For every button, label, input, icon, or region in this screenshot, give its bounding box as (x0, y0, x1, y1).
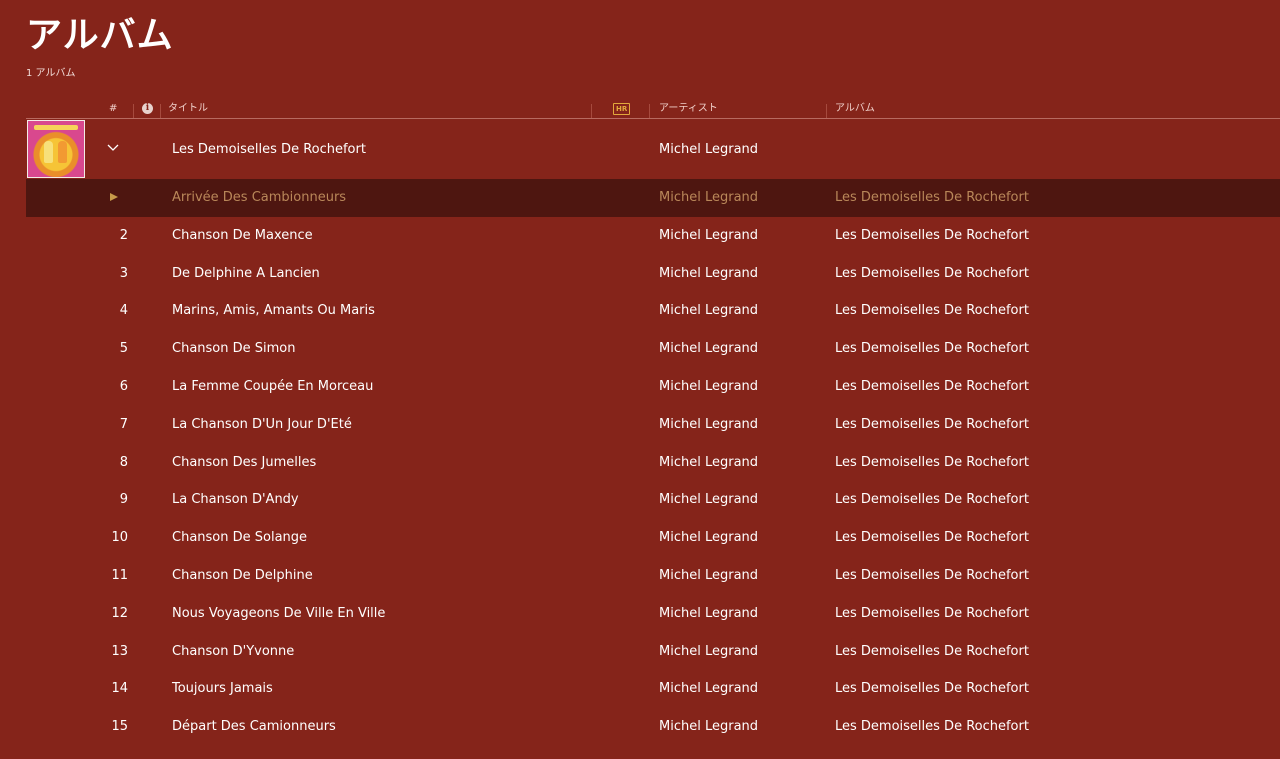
track-album[interactable]: Les Demoiselles De Rochefort (835, 301, 1029, 321)
track-number: 13 (111, 643, 128, 659)
table-row[interactable]: 4 Marins, Amis, Amants Ou Maris Michel Leg… (26, 292, 1280, 330)
track-title: Chanson Des Jumelles (172, 454, 317, 470)
track-title: Chanson D'Yvonne (172, 643, 295, 659)
track-number: 4 (119, 303, 128, 319)
track-artist[interactable]: Michel Legrand (659, 566, 758, 586)
table-row[interactable]: 15 Départ Des Camionneurs Michel Legrand Le… (26, 708, 1280, 746)
track-title: La Femme Coupée En Morceau (172, 379, 374, 394)
track-artist[interactable]: Michel Legrand (659, 301, 758, 321)
track-album[interactable]: Les Demoiselles De Rochefort (835, 226, 1029, 246)
column-header-row: # i タイトル HR アーティスト アルバム (26, 100, 1280, 119)
track-number: 2 (119, 227, 128, 243)
column-separator[interactable] (649, 104, 650, 118)
track-number: 15 (111, 719, 128, 735)
track-artist[interactable]: Michel Legrand (659, 642, 758, 662)
table-row[interactable]: 6 La Femme Coupée En Morceau Michel Legran… (26, 368, 1280, 406)
track-title: Chanson De Simon (172, 341, 296, 357)
track-album[interactable]: Les Demoiselles De Rochefort (835, 604, 1029, 624)
track-album[interactable]: Les Demoiselles De Rochefort (835, 188, 1029, 208)
track-number: 12 (111, 605, 128, 621)
track-title: Toujours Jamais (172, 681, 273, 697)
track-album[interactable]: Les Demoiselles De Rochefort (835, 490, 1029, 510)
table-row[interactable]: 3 De Delphine A Lancien Michel Legrand Les … (26, 255, 1280, 293)
hi-res-badge-icon[interactable]: HR (613, 103, 631, 115)
track-artist[interactable]: Michel Legrand (659, 226, 758, 246)
track-title: La Chanson D'Andy (172, 492, 299, 508)
track-artist[interactable]: Michel Legrand (659, 717, 758, 737)
column-separator[interactable] (591, 104, 592, 118)
track-artist[interactable]: Michel Legrand (659, 188, 758, 208)
track-title: Chanson De Solange (172, 530, 308, 546)
track-title: Chanson De Delphine (172, 568, 313, 583)
track-number: 3 (119, 265, 128, 281)
column-separator[interactable] (160, 104, 161, 118)
track-artist[interactable]: Michel Legrand (659, 377, 758, 397)
table-row[interactable]: 7 La Chanson D'Un Jour D'Eté Michel Legran… (26, 406, 1280, 444)
track-title: De Delphine A Lancien (172, 265, 320, 281)
album-group-title[interactable]: Les Demoiselles De Rochefort (172, 140, 366, 160)
track-artist[interactable]: Michel Legrand (659, 453, 758, 473)
column-header-artist[interactable]: アーティスト (659, 100, 718, 118)
table-row[interactable]: 11 Chanson De Delphine Michel Legrand Les D… (26, 557, 1280, 595)
track-album[interactable]: Les Demoiselles De Rochefort (835, 528, 1029, 548)
column-header-number[interactable]: # (109, 100, 117, 118)
track-number: 11 (111, 568, 128, 583)
track-title: Nous Voyageons De Ville En Ville (172, 605, 386, 621)
table-row[interactable]: 10 Chanson De Solange Michel Legrand Les De… (26, 519, 1280, 557)
track-album[interactable]: Les Demoiselles De Rochefort (835, 377, 1029, 397)
table-row[interactable]: 12 Nous Voyageons De Ville En Ville Michel… (26, 595, 1280, 633)
track-title: Marins, Amis, Amants Ou Maris (172, 303, 375, 319)
track-number: 9 (119, 492, 128, 508)
table-row[interactable]: 2 Chanson De Maxence Michel Legrand Les Dem… (26, 217, 1280, 255)
track-title: Chanson De Maxence (172, 227, 313, 243)
table-row[interactable]: 14 Toujours Jamais Michel Legrand Les Demoi… (26, 670, 1280, 708)
chevron-down-icon[interactable] (106, 141, 120, 155)
track-title: Arrivée Des Cambionneurs (172, 190, 347, 205)
track-artist[interactable]: Michel Legrand (659, 415, 758, 435)
track-artist[interactable]: Michel Legrand (659, 490, 758, 510)
track-album[interactable]: Les Demoiselles De Rochefort (835, 339, 1029, 359)
track-title: Départ Des Camionneurs (172, 719, 336, 735)
table-row[interactable]: 9 La Chanson D'Andy Michel Legrand Les Demo… (26, 481, 1280, 519)
track-album[interactable]: Les Demoiselles De Rochefort (835, 679, 1029, 699)
track-number: 14 (111, 681, 128, 697)
track-album[interactable]: Les Demoiselles De Rochefort (835, 566, 1029, 586)
now-playing-icon (110, 193, 118, 201)
track-artist[interactable]: Michel Legrand (659, 339, 758, 359)
track-album[interactable]: Les Demoiselles De Rochefort (835, 642, 1029, 662)
album-group-artist[interactable]: Michel Legrand (659, 140, 758, 160)
column-separator[interactable] (133, 104, 134, 118)
track-artist[interactable]: Michel Legrand (659, 604, 758, 624)
track-album[interactable]: Les Demoiselles De Rochefort (835, 453, 1029, 473)
track-row-now-playing[interactable]: Arrivée Des Cambionneurs Michel Legrand Le… (26, 179, 1280, 217)
track-album[interactable]: Les Demoiselles De Rochefort (835, 264, 1029, 284)
album-group-row[interactable]: Les Demoiselles De Rochefort Michel Legr… (26, 119, 1280, 179)
track-artist[interactable]: Michel Legrand (659, 528, 758, 548)
column-header-album[interactable]: アルバム (835, 100, 875, 118)
track-number: 7 (119, 416, 128, 432)
column-separator[interactable] (826, 104, 827, 118)
track-number: 5 (119, 341, 128, 357)
album-view: アルバム 1 アルバム # i タイトル HR アーティスト アルバム Les … (0, 0, 1280, 759)
page-title: アルバム (26, 15, 174, 56)
track-artist[interactable]: Michel Legrand (659, 679, 758, 699)
table-row[interactable]: 5 Chanson De Simon Michel Legrand Les Demoi… (26, 330, 1280, 368)
track-number: 10 (111, 530, 128, 546)
track-number: 6 (119, 379, 128, 394)
track-title: La Chanson D'Un Jour D'Eté (172, 416, 352, 432)
info-icon[interactable]: i (142, 103, 153, 114)
table-row[interactable]: 8 Chanson Des Jumelles Michel Legrand Les D… (26, 444, 1280, 482)
column-header-title[interactable]: タイトル (168, 100, 208, 118)
track-number: 8 (119, 454, 128, 470)
track-artist[interactable]: Michel Legrand (659, 264, 758, 284)
track-album[interactable]: Les Demoiselles De Rochefort (835, 415, 1029, 435)
table-row[interactable]: 13 Chanson D'Yvonne Michel Legrand Les Demo… (26, 633, 1280, 671)
album-count: 1 アルバム (26, 68, 76, 79)
track-album[interactable]: Les Demoiselles De Rochefort (835, 717, 1029, 737)
